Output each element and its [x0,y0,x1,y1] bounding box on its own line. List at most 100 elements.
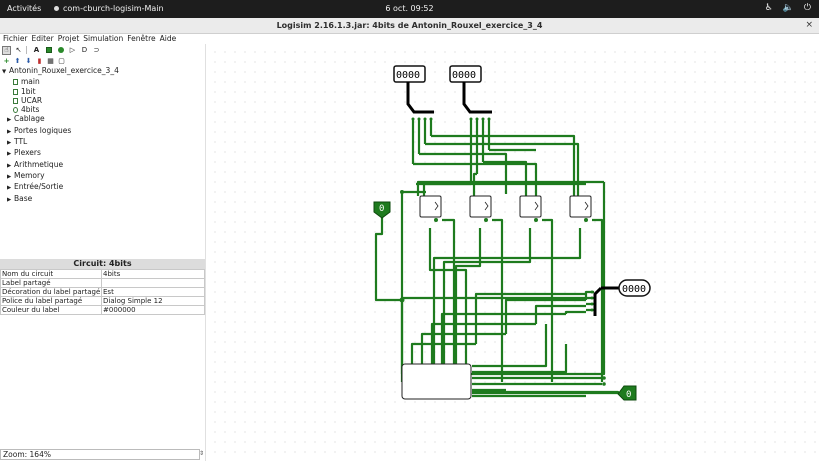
zoom-spinner-icon[interactable]: ⇕ [199,450,204,457]
circuit-icon [13,97,18,104]
tree-lib-arithmetique[interactable]: ▶ Arithmetique [0,160,205,171]
project-name: Antonin_Rouxel_exercice_3_4 [9,66,119,75]
library-label: TTL [14,137,28,147]
library-label: Portes logiques [14,125,72,135]
circuit-label: 1bit [21,86,36,96]
properties-title: Circuit: 4bits [0,259,205,269]
tree-lib-memory[interactable]: ▶ Memory [0,171,205,182]
menu-fichier[interactable]: Fichier [3,34,28,44]
table-row: Décoration du label partagé Est [0,287,205,297]
prop-key: Label partagé [0,278,102,288]
library-label: Arithmetique [14,159,64,169]
accessibility-icon[interactable]: ♿ [765,3,773,13]
or-gate-icon[interactable]: ⊃ [92,46,101,55]
library-label: Plexers [14,148,41,158]
system-tray[interactable]: ♿ 🔈 ⏻ [765,3,811,13]
delete-circuit-icon[interactable]: ▮ [35,57,44,66]
move-down-icon[interactable]: ⬇ [24,57,33,66]
clock[interactable]: 6 oct. 09:52 [0,4,819,13]
table-row: Couleur du label #000000 [0,305,205,315]
not-gate-icon[interactable]: ▷ [68,46,77,55]
menu-editer[interactable]: Editer [32,34,54,44]
tree-lib-plexers[interactable]: ▶ Plexers [0,148,205,159]
prop-value[interactable]: 4bits [101,269,205,279]
window-titlebar: Logisim 2.16.1.3.jar: 4bits de Antonin_R… [0,18,819,34]
chevron-right-icon: ▶ [7,162,12,169]
chevron-right-icon: ▶ [7,173,12,180]
table-row: Police du label partagé Dialog Simple 12 [0,296,205,306]
circuit-icon [13,79,18,86]
menu-simulation[interactable]: Simulation [83,34,123,44]
menu-fenetre[interactable]: Fenêtre [127,34,155,44]
chevron-down-icon: ▼ [2,69,7,75]
circuit-canvas[interactable]: 0000 0000 0000 0 0 [206,44,819,461]
prop-value[interactable] [101,278,205,288]
tree-lib-cablage[interactable]: ▶ Cablage [0,114,205,125]
tree-circuit-1bit[interactable]: 1bit [0,87,205,96]
prop-value[interactable]: #000000 [101,305,205,315]
circuit-label: main [21,77,40,87]
tree-lib-portes[interactable]: ▶ Portes logiques [0,126,205,137]
library-label: Cablage [14,114,45,124]
chevron-right-icon: ▶ [7,196,12,203]
tree-project[interactable]: ▼ Antonin_Rouxel_exercice_3_4 [0,66,205,77]
carry-in-value: 0 [379,204,384,214]
add-circuit-icon[interactable]: + [2,57,11,66]
ucar-block[interactable] [401,363,472,400]
library-label: Entrée/Sortie [14,182,64,192]
edit-appearance-icon[interactable]: ▢ [57,57,66,66]
text-tool-icon[interactable]: A [32,46,41,55]
chevron-right-icon: ▶ [7,117,12,124]
library-label: Base [14,193,33,203]
circuit-wires: 0000 0000 0000 0 0 [373,65,651,401]
chevron-right-icon: ▶ [7,151,12,158]
circuit-label: UCAR [21,95,43,105]
table-row: Label partagé [0,278,205,288]
output-pin-icon[interactable] [56,46,65,55]
tool-toolbar: ☝ ↖ A ▷ D ⊃ [0,44,205,56]
chevron-right-icon: ▶ [7,185,12,192]
menu-bar: Fichier Editer Projet Simulation Fenêtre… [0,34,819,44]
tree-circuit-main[interactable]: main [0,77,205,86]
and-gate-icon[interactable]: D [80,46,89,55]
table-row: Nom du circuit 4bits [0,269,205,279]
power-icon[interactable]: ⏻ [804,3,811,13]
input-a-value: 0000 [396,70,420,81]
properties-panel: Circuit: 4bits Nom du circuit 4bits Label… [0,259,205,315]
menu-projet[interactable]: Projet [58,34,80,44]
menu-aide[interactable]: Aide [160,34,177,44]
select-tool-icon[interactable]: ↖ [14,46,23,55]
prop-value[interactable]: Dialog Simple 12 [101,296,205,306]
magnifier-icon [13,107,18,114]
tree-lib-ttl[interactable]: ▶ TTL [0,137,205,148]
tree-lib-base[interactable]: ▶ Base [0,194,205,205]
prop-key: Couleur du label [0,305,102,315]
carry-out-value: 0 [626,390,631,400]
properties-table: Nom du circuit 4bits Label partagé Décora… [0,269,205,315]
zoom-field[interactable]: Zoom: 164% [0,449,200,460]
chevron-right-icon: ▶ [7,140,12,147]
tree-lib-entree-sortie[interactable]: ▶ Entrée/Sortie [0,182,205,193]
window-title: Logisim 2.16.1.3.jar: 4bits de Antonin_R… [276,21,543,30]
prop-key: Nom du circuit [0,269,102,279]
output-s-value: 0000 [622,284,646,295]
move-up-icon[interactable]: ⬆ [13,57,22,66]
input-b-value: 0000 [452,70,476,81]
volume-icon[interactable]: 🔈 [783,3,794,13]
prop-value[interactable]: Est [101,287,205,297]
project-toolbar: + ⬆ ⬇ ▮ ▦ ▢ [0,56,205,66]
tree-circuit-ucar[interactable]: UCAR [0,96,205,105]
prop-key: Police du label partagé [0,296,102,306]
tree-circuit-4bits[interactable]: 4bits [0,105,205,114]
close-window-button[interactable]: × [805,20,813,30]
circuit-label: 4bits [21,105,40,115]
poke-tool-icon[interactable]: ☝ [2,45,11,55]
circuit-icon [13,88,18,95]
input-pin-icon[interactable] [44,46,53,55]
chevron-right-icon: ▶ [7,128,12,135]
separator [26,46,29,54]
library-label: Memory [14,170,45,180]
system-top-bar: Activités com-cburch-logisim-Main 6 oct.… [0,0,819,18]
project-explorer: ▼ Antonin_Rouxel_exercice_3_4 main 1bit U… [0,66,205,258]
edit-layout-icon[interactable]: ▦ [46,57,55,66]
